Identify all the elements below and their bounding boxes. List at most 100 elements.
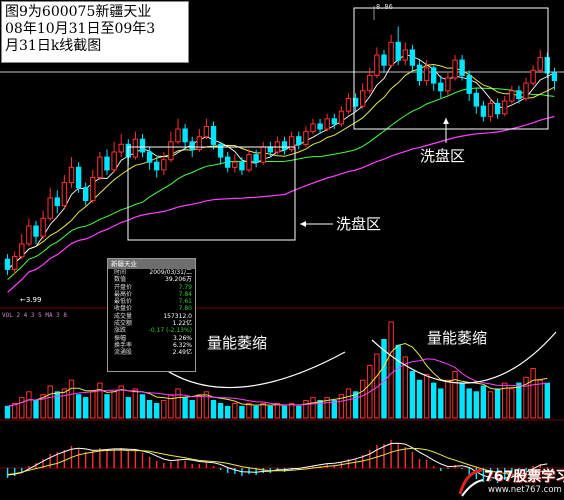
candle-body bbox=[345, 97, 352, 112]
volume-bar bbox=[225, 405, 231, 419]
candle-body bbox=[54, 197, 60, 207]
candle bbox=[296, 131, 302, 150]
volume-bar bbox=[480, 385, 487, 419]
volume-bar bbox=[232, 403, 238, 419]
moving-average-lines bbox=[7, 54, 555, 293]
volume-bar bbox=[118, 385, 124, 419]
candle-body bbox=[33, 225, 39, 237]
candle bbox=[217, 141, 224, 165]
candle-body bbox=[47, 197, 53, 219]
candle bbox=[40, 210, 46, 239]
candle-body bbox=[367, 74, 373, 92]
volume-bar bbox=[452, 371, 458, 419]
quote-row-value: 157312.0 bbox=[163, 312, 192, 320]
caption-line-2: 08年10月31日至09年3 bbox=[5, 21, 156, 37]
wash-arrow-1-head bbox=[443, 118, 449, 124]
candle-body bbox=[480, 105, 487, 117]
candle-body bbox=[246, 154, 252, 171]
low-price-value: 3.99 bbox=[25, 296, 42, 304]
candle-body bbox=[168, 141, 174, 161]
volume-bar bbox=[33, 400, 39, 419]
quote-row-label: 开盘价 bbox=[114, 283, 133, 291]
candle bbox=[182, 123, 188, 150]
candle bbox=[324, 113, 330, 132]
candle bbox=[47, 187, 53, 221]
volume-bar bbox=[459, 382, 465, 419]
candle bbox=[473, 88, 480, 114]
volume-bar bbox=[395, 344, 401, 419]
kline-chart bbox=[0, 6, 564, 483]
candle-body bbox=[452, 59, 458, 79]
candle-body bbox=[310, 123, 316, 133]
volume-bar bbox=[175, 388, 181, 419]
candle bbox=[281, 136, 288, 155]
volume-bar bbox=[388, 321, 394, 419]
volume-bar bbox=[516, 382, 522, 419]
candle-body bbox=[203, 126, 210, 138]
candle-body bbox=[317, 123, 323, 130]
quote-row-value: 3.26% bbox=[172, 334, 192, 342]
volume-bar bbox=[104, 394, 110, 419]
watermark: 767股票学习网 www.net767.com bbox=[458, 466, 564, 500]
quote-row-label: 数值 bbox=[114, 276, 127, 284]
volume-bar bbox=[26, 391, 32, 419]
candle bbox=[289, 131, 295, 152]
candle-body bbox=[154, 161, 160, 171]
candle bbox=[438, 75, 444, 99]
candle-body bbox=[26, 225, 32, 245]
candle bbox=[310, 118, 316, 135]
volume-bar bbox=[97, 382, 103, 419]
quote-row-value: 7.84 bbox=[178, 290, 192, 298]
quote-row: 数值 39.206万 bbox=[108, 276, 195, 283]
volume-bar bbox=[409, 371, 416, 419]
candle-body bbox=[416, 64, 423, 81]
volume-bar bbox=[445, 379, 451, 419]
volume-bar bbox=[544, 382, 550, 419]
candle bbox=[246, 149, 252, 173]
candle-body bbox=[281, 141, 288, 151]
quote-row-value: 2.49亿 bbox=[172, 349, 192, 357]
watermark-logo-icon bbox=[458, 468, 484, 497]
candle-body bbox=[260, 146, 266, 163]
candle-body bbox=[189, 141, 195, 151]
candle bbox=[360, 83, 366, 109]
candle-body bbox=[381, 54, 387, 66]
volume-bar bbox=[530, 368, 536, 419]
candle bbox=[90, 169, 96, 204]
candle bbox=[551, 67, 558, 91]
caption-line-1: 图9为600075新疆天业 bbox=[5, 4, 152, 20]
volume-bar bbox=[146, 400, 153, 419]
volume-bar bbox=[487, 391, 494, 419]
volume-bar bbox=[196, 394, 203, 419]
volume-bar bbox=[54, 391, 60, 419]
quote-row-value: 7.61 bbox=[178, 298, 192, 306]
candle-body bbox=[523, 82, 529, 99]
volume-bar bbox=[509, 388, 515, 419]
ma-short-line bbox=[7, 63, 555, 270]
candle bbox=[431, 65, 437, 91]
wash-zone-label-1: 洗盘区 bbox=[420, 147, 466, 165]
volume-bar bbox=[47, 385, 53, 419]
candle bbox=[409, 44, 416, 73]
volume-bar bbox=[331, 400, 338, 419]
candle bbox=[225, 152, 231, 173]
candle-body bbox=[111, 151, 117, 171]
quote-row-label: 成交量 bbox=[114, 312, 133, 320]
candle-body bbox=[537, 57, 543, 71]
candle bbox=[502, 95, 508, 117]
candle bbox=[338, 106, 345, 127]
candle bbox=[303, 126, 309, 147]
candle-body bbox=[296, 136, 302, 145]
candle-body bbox=[90, 177, 96, 201]
candle bbox=[480, 100, 487, 122]
candle-body bbox=[324, 118, 330, 130]
volume-bar bbox=[303, 400, 309, 419]
candle bbox=[97, 152, 103, 181]
candle-body bbox=[303, 131, 309, 145]
candle-body bbox=[530, 69, 536, 84]
candle bbox=[118, 134, 124, 158]
candle-body bbox=[232, 161, 238, 168]
candle-body bbox=[395, 41, 401, 61]
quote-row: 成交量 157312.0 bbox=[108, 313, 195, 320]
quote-panel-rows: 时间 2009/03/31/二 数值 39.206万 开盘价 7.79 最高价 7.84 最低价… bbox=[108, 269, 195, 357]
